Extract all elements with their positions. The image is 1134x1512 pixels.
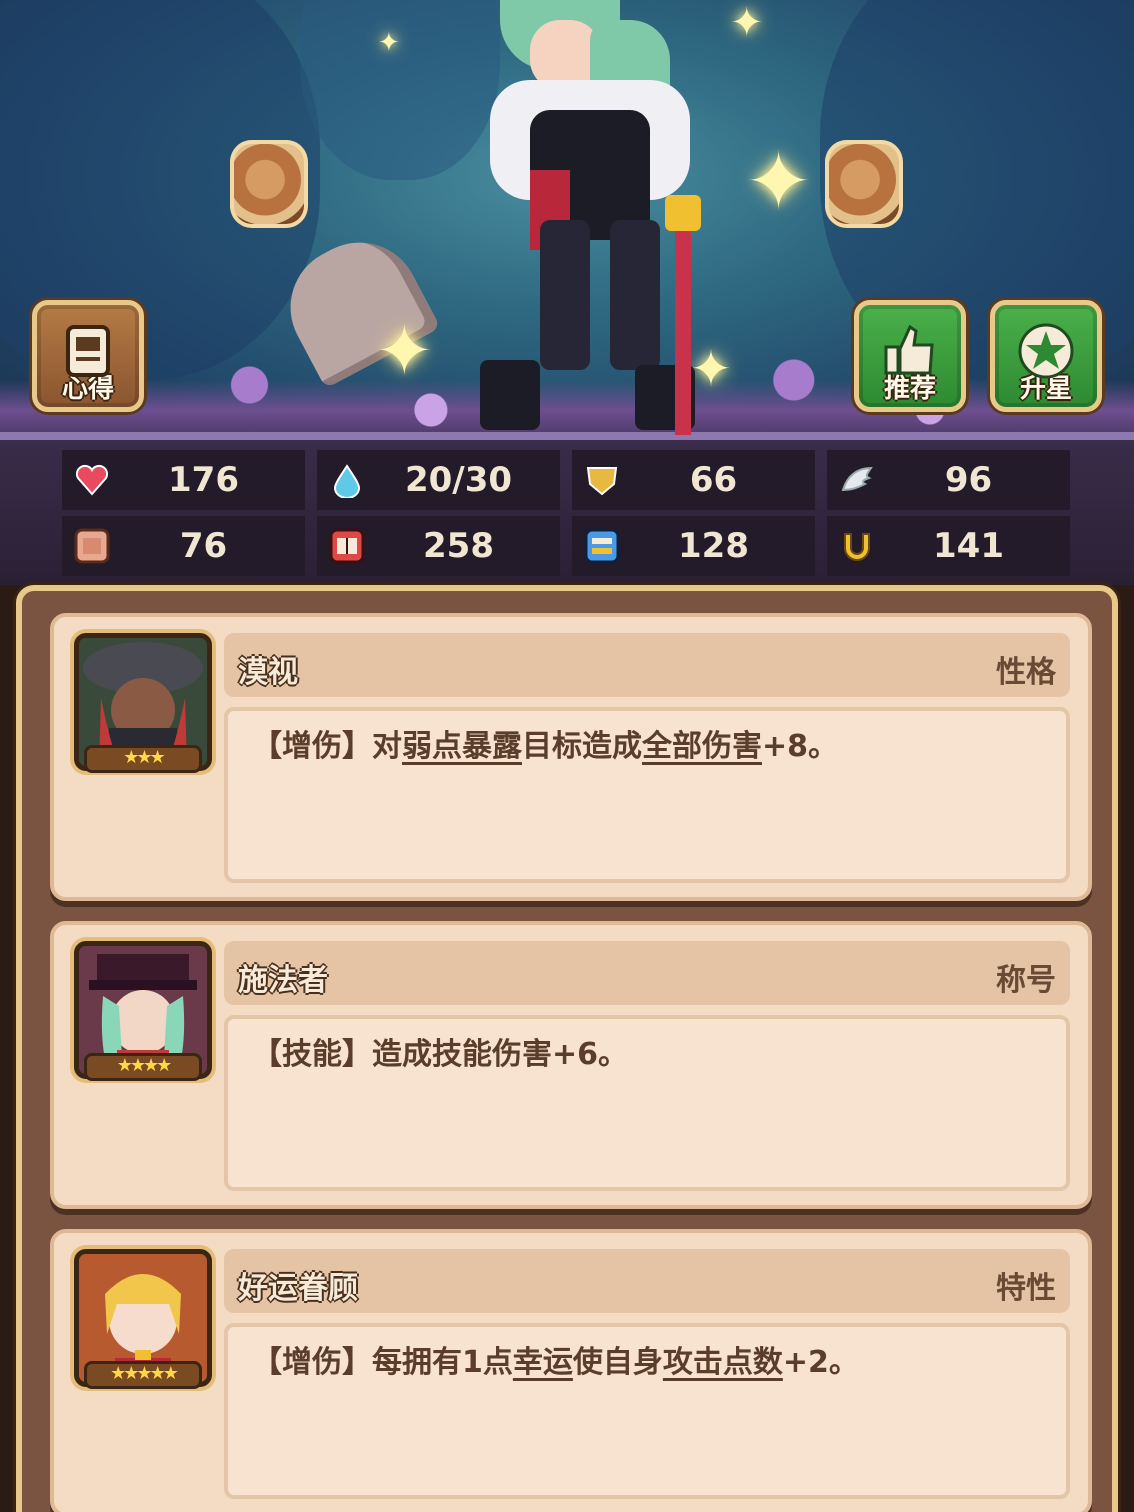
stat-value: 141 [933, 526, 1004, 566]
desc-text: 【增伤】每拥有1点 [252, 1345, 513, 1380]
trait-header: 施法者 称号 [224, 941, 1070, 1005]
stat-value: 66 [689, 460, 738, 500]
horseshoe-icon [827, 528, 887, 564]
star-rating: ★★★ [84, 745, 202, 773]
notebook-icon [58, 321, 118, 385]
star-rating: ★★★★★ [84, 1361, 202, 1389]
stat-defense: 66 [572, 450, 815, 510]
trait-description: 【技能】造成技能伤害+6。 [224, 1015, 1070, 1191]
heart-icon [62, 462, 122, 498]
desc-text: +2。 [782, 1345, 859, 1380]
trait-card[interactable]: ★★★★★ 好运眷顾 特性 【增伤】每拥有1点幸运使自身攻击点数+2。 [50, 1229, 1092, 1512]
fist-icon [62, 526, 122, 566]
star-up-button[interactable]: 升星 [990, 300, 1102, 412]
stat-hp: 176 [62, 450, 305, 510]
desc-text: 【增伤】对 [252, 729, 402, 764]
star-icon [1016, 321, 1076, 385]
desc-text: 使自身 [572, 1345, 663, 1380]
shield-icon [572, 462, 632, 498]
stat-value: 176 [168, 460, 239, 500]
water-drop-icon [317, 462, 377, 498]
heart-coin-right[interactable] [825, 140, 903, 228]
character-scene: ✦ ✦ ✦ ✦ ✦ 心得 推荐 升星 [0, 0, 1134, 440]
insight-button[interactable]: 心得 [32, 300, 144, 412]
spellbook-icon [317, 526, 377, 566]
keyword-link[interactable]: 攻击点数 [663, 1345, 783, 1380]
sparkle-icon: ✦ [745, 135, 813, 228]
sparkle-icon: ✦ [375, 310, 434, 392]
character-sprite[interactable] [470, 0, 720, 440]
desc-text: 【技能】造成技能伤害+6。 [252, 1037, 629, 1072]
traits-panel: ★★★ 漠视 性格 【增伤】对弱点暴露目标造成全部伤害+8。 ★★★★ 施法者 … [16, 585, 1118, 1512]
wing-icon [827, 462, 887, 498]
keyword-link[interactable]: 全部伤害 [642, 729, 762, 764]
sparkle-icon: ✦ [378, 28, 400, 58]
stat-value: 258 [423, 526, 494, 566]
desc-text: 目标造成 [522, 729, 642, 764]
stat-intelligence: 258 [317, 516, 560, 576]
stats-panel: 176 20/30 66 96 76 258 128 141 [0, 440, 1134, 585]
stat-value: 20/30 [404, 460, 513, 500]
keyword-link[interactable]: 弱点暴露 [402, 729, 522, 764]
heart-coin-left[interactable] [230, 140, 308, 228]
trait-header: 漠视 性格 [224, 633, 1070, 697]
trait-description: 【增伤】对弱点暴露目标造成全部伤害+8。 [224, 707, 1070, 883]
trait-card[interactable]: ★★★★ 施法者 称号 【技能】造成技能伤害+6。 [50, 921, 1092, 1209]
trait-name: 漠视 [238, 655, 298, 690]
stat-value: 96 [944, 460, 993, 500]
stat-strength: 76 [62, 516, 305, 576]
stat-value: 76 [179, 526, 228, 566]
stat-value: 128 [678, 526, 749, 566]
thumbs-up-icon [880, 321, 940, 385]
trait-name: 好运眷顾 [238, 1271, 358, 1306]
scroll-icon [572, 526, 632, 566]
star-rating: ★★★★ [84, 1053, 202, 1081]
stat-skill: 128 [572, 516, 815, 576]
stat-mana: 20/30 [317, 450, 560, 510]
trait-header: 好运眷顾 特性 [224, 1249, 1070, 1313]
trait-type: 称号 [996, 963, 1056, 998]
keyword-link[interactable]: 幸运 [513, 1345, 573, 1380]
sparkle-icon: ✦ [730, 0, 764, 46]
stat-luck: 141 [827, 516, 1070, 576]
trait-name: 施法者 [238, 963, 328, 998]
trait-type: 特性 [996, 1271, 1056, 1306]
stat-speed: 96 [827, 450, 1070, 510]
trait-type: 性格 [996, 655, 1056, 690]
trait-card[interactable]: ★★★ 漠视 性格 【增伤】对弱点暴露目标造成全部伤害+8。 [50, 613, 1092, 901]
desc-text: +8。 [762, 729, 839, 764]
recommend-button[interactable]: 推荐 [854, 300, 966, 412]
trait-description: 【增伤】每拥有1点幸运使自身攻击点数+2。 [224, 1323, 1070, 1499]
